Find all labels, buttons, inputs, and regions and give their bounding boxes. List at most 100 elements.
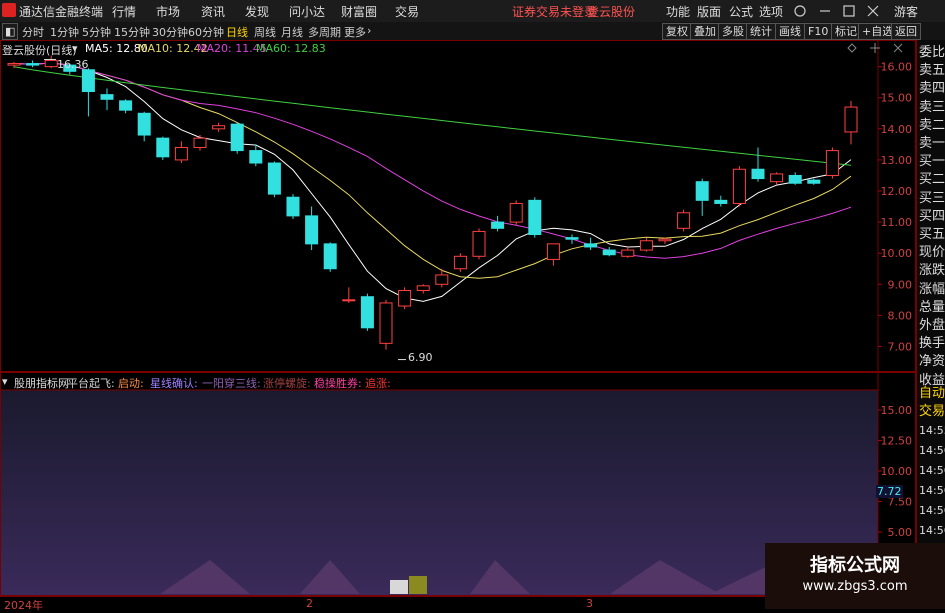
candle-down: [119, 100, 133, 111]
close-icon[interactable]: [866, 4, 880, 18]
side-label: 换手: [919, 336, 945, 352]
indicator-item-win: 稳操胜券:: [314, 377, 362, 390]
side-trade-time: 14:55: [919, 424, 945, 437]
candle-down: [26, 63, 40, 66]
menu-news[interactable]: 资讯: [201, 3, 225, 20]
side-auto-label[interactable]: 交易: [919, 403, 945, 420]
minimize-icon[interactable]: [818, 4, 832, 18]
candle-up: [379, 302, 393, 344]
candle-down: [230, 123, 244, 152]
close-chart-icon[interactable]: [893, 43, 903, 53]
candle-up: [825, 150, 839, 176]
menu-wealth[interactable]: 财富圈: [341, 3, 377, 20]
side-label: 买二: [919, 172, 945, 188]
guest-label[interactable]: 游客: [894, 3, 918, 20]
menu-trade[interactable]: 交易: [395, 3, 419, 20]
candle-up: [732, 168, 746, 204]
side-label: 卖二: [919, 117, 945, 133]
price-tick-label: 11.00: [881, 216, 913, 229]
overlay-button[interactable]: 叠加: [690, 23, 720, 40]
indicator-background: [0, 390, 878, 596]
tab-daily[interactable]: 日线: [226, 24, 248, 40]
candle-up: [621, 249, 635, 257]
menu-discover[interactable]: 发现: [245, 3, 269, 20]
menu-formula[interactable]: 公式: [729, 3, 753, 20]
high-price-label: 16.36: [57, 58, 89, 71]
side-label: 买四: [919, 208, 945, 224]
price-tick-label: 8.00: [888, 309, 913, 322]
candlestick-chart[interactable]: 16.00 15.00 14.00 13.00 12.00 11.00 10.00 9.00 8…: [0, 40, 916, 372]
menu-market[interactable]: 市场: [156, 3, 180, 20]
candle-up: [472, 230, 486, 257]
draw-button[interactable]: 画线: [775, 23, 805, 40]
indicator-dropdown-icon[interactable]: ▾: [2, 375, 8, 388]
menu-function[interactable]: 功能: [666, 3, 690, 20]
menu-quotes[interactable]: 行情: [112, 3, 136, 20]
ind-tick-label: 12.50: [881, 435, 913, 448]
side-label: 委比: [919, 45, 945, 60]
tab-monthly[interactable]: 月线: [281, 24, 303, 40]
tab-30min[interactable]: 30分钟: [152, 24, 188, 40]
side-label: 总量: [919, 299, 945, 315]
candle-up: [844, 106, 858, 133]
chart-frame: [0, 40, 916, 372]
price-tick-label: 15.00: [881, 92, 913, 105]
f10-button[interactable]: F10: [804, 23, 833, 40]
menu-options[interactable]: 选项: [759, 3, 783, 20]
x-label-month-3: 3: [586, 597, 593, 610]
side-label: 卖五: [919, 63, 945, 79]
tab-15min[interactable]: 15分钟: [114, 24, 150, 40]
side-auto-label[interactable]: 自动: [919, 385, 945, 402]
headset-icon[interactable]: [793, 4, 807, 18]
plus-icon[interactable]: [870, 43, 880, 53]
side-label: 净资: [919, 354, 945, 370]
signal-bar-white: [390, 580, 408, 594]
adjust-button[interactable]: 复权: [662, 23, 692, 40]
side-label: 涨幅: [919, 281, 945, 297]
candle-up: [212, 125, 226, 130]
statistics-button[interactable]: 统计: [746, 23, 776, 40]
candle-down: [751, 168, 765, 180]
app-logo-icon: [2, 3, 16, 17]
tab-more[interactable]: 更多: [344, 24, 366, 40]
candle-up: [770, 173, 784, 183]
candle-down: [602, 249, 616, 256]
ind-tick-label: 5.00: [888, 526, 913, 539]
sidebar-toggle-icon[interactable]: ◧: [2, 23, 19, 40]
main-chart-panel[interactable]: 16.00 15.00 14.00 13.00 12.00 11.00 10.00 9.00 8…: [0, 40, 916, 372]
site-watermark: 指标公式网 www.zbgs3.com: [765, 543, 945, 609]
tab-intraday[interactable]: 分时: [22, 24, 44, 40]
tab-weekly[interactable]: 周线: [254, 24, 276, 40]
quote-side-panel: 委比 卖五 卖四 卖三 卖二 卖一 买一 买二 买三 买四 买五 现价 涨跌 涨幅 总量 外盘 换手 净资 收益 自动…: [916, 40, 945, 609]
indicator-item-chase: 追涨:: [365, 377, 391, 390]
maximize-icon[interactable]: [842, 4, 856, 18]
candle-down: [695, 181, 709, 201]
side-label: 涨跌: [919, 263, 945, 279]
candle-down: [249, 150, 263, 164]
tab-1min[interactable]: 1分钟: [50, 24, 79, 40]
back-button[interactable]: 返回: [891, 23, 921, 40]
side-trade-time: 14:56: [919, 504, 945, 517]
price-tick-label: 16.00: [881, 61, 913, 74]
mark-button[interactable]: 标记: [831, 23, 861, 40]
indicator-item-start: 启动:: [118, 377, 144, 390]
multi-stock-button[interactable]: 多股: [718, 23, 748, 40]
ind-tick-label: 15.00: [881, 404, 913, 417]
signal-bar-olive: [409, 576, 427, 594]
menu-layout[interactable]: 版面: [697, 3, 721, 20]
side-label: 外盘: [919, 318, 945, 333]
trade-login-notice[interactable]: 证券交易未登录: [512, 3, 596, 20]
chevron-down-icon[interactable]: ▾: [72, 42, 78, 55]
price-tick-label: 13.00: [881, 154, 913, 167]
tab-multi-period[interactable]: 多周期: [308, 24, 341, 40]
menu-bar: 通达信金融终端 行情 市场 资讯 发现 问小达 财富圈 交易 证券交易未登录 登…: [0, 0, 945, 23]
tab-5min[interactable]: 5分钟: [82, 24, 111, 40]
tab-60min[interactable]: 60分钟: [188, 24, 224, 40]
chevron-right-icon[interactable]: ›: [367, 24, 371, 37]
candle-down: [323, 243, 337, 270]
candle-up: [7, 63, 21, 66]
candle-down: [584, 243, 598, 248]
diamond-icon[interactable]: [847, 43, 857, 53]
menu-ask[interactable]: 问小达: [289, 3, 325, 20]
candle-up: [677, 212, 691, 229]
